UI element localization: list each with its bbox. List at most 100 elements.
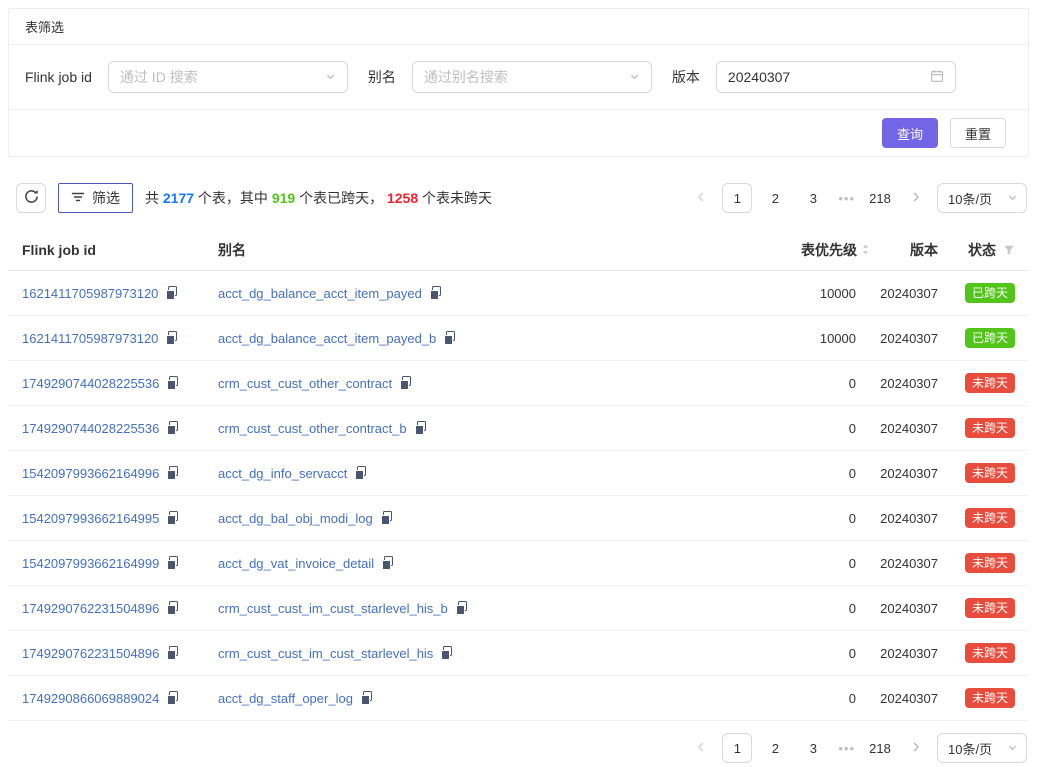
flink-job-id-link[interactable]: 1621411705987973120 — [22, 286, 158, 301]
alias-link[interactable]: acct_dg_vat_invoice_detail — [218, 556, 374, 571]
table-row: 1749290744028225536 crm_cust_cust_other_… — [8, 361, 1029, 406]
page-size-select[interactable]: 10条/页 — [937, 183, 1027, 213]
flink-job-id-link[interactable]: 1749290762231504896 — [22, 646, 159, 661]
page-button-1[interactable]: 1 — [722, 733, 752, 763]
summary-seg3: 个表未跨天 — [418, 188, 492, 208]
copy-icon[interactable] — [166, 421, 179, 435]
flink-job-id-cell: 1749290762231504896 — [22, 646, 218, 661]
copy-icon[interactable] — [166, 556, 179, 570]
next-page-button[interactable] — [903, 733, 929, 763]
alias-cell: acct_dg_bal_obj_modi_log — [218, 511, 720, 526]
table-row: 1749290762231504896 crm_cust_cust_im_cus… — [8, 631, 1029, 676]
prev-page-button[interactable] — [688, 733, 714, 763]
copy-icon[interactable] — [354, 466, 367, 480]
flink-job-id-link[interactable]: 1542097993662164996 — [22, 466, 159, 481]
alias-link[interactable]: acct_dg_bal_obj_modi_log — [218, 511, 373, 526]
chevron-left-icon — [696, 741, 706, 756]
copy-icon[interactable] — [440, 646, 453, 660]
copy-icon[interactable] — [166, 646, 179, 660]
alias-link[interactable]: crm_cust_cust_im_cust_starlevel_his — [218, 646, 433, 661]
version-cell: 20240307 — [870, 331, 938, 346]
chevron-down-icon — [1007, 191, 1018, 206]
priority-cell: 10000 — [720, 331, 870, 346]
alias-link[interactable]: acct_dg_info_servacct — [218, 466, 347, 481]
page-button-3[interactable]: 3 — [798, 183, 828, 213]
alias-select[interactable]: 通过别名搜索 — [412, 61, 652, 93]
flink-job-id-link[interactable]: 1542097993662164999 — [22, 556, 159, 571]
column-header-status-label: 状态 — [968, 240, 996, 260]
crossed-count: 919 — [272, 190, 295, 206]
flink-job-id-link[interactable]: 1749290866069889024 — [22, 691, 159, 706]
page-ellipsis[interactable]: ••• — [836, 741, 857, 756]
refresh-button[interactable] — [16, 183, 46, 213]
table-row: 1542097993662164996 acct_dg_info_servacc… — [8, 451, 1029, 496]
reset-button[interactable]: 重置 — [950, 118, 1006, 148]
flink-job-id-cell: 1542097993662164996 — [22, 466, 218, 481]
alias-cell: acct_dg_balance_acct_item_payed — [218, 286, 720, 301]
page-button-218[interactable]: 218 — [865, 183, 895, 213]
flink-job-id-label: Flink job id — [25, 69, 92, 85]
copy-icon[interactable] — [455, 601, 468, 615]
alias-link[interactable]: acct_dg_staff_oper_log — [218, 691, 353, 706]
summary-text: 共 2177 个表，其中 919 个表已跨天， 1258 个表未跨天 — [145, 188, 492, 208]
flink-job-id-link[interactable]: 1749290762231504896 — [22, 601, 159, 616]
search-button[interactable]: 查询 — [882, 118, 938, 148]
filter-funnel-icon[interactable] — [1003, 244, 1015, 256]
flink-job-id-link[interactable]: 1749290744028225536 — [22, 421, 159, 436]
prev-page-button[interactable] — [688, 183, 714, 213]
sort-icon[interactable] — [861, 243, 870, 256]
alias-link[interactable]: crm_cust_cust_im_cust_starlevel_his_b — [218, 601, 448, 616]
chevron-right-icon — [911, 741, 921, 756]
status-badge: 已跨天 — [965, 283, 1015, 303]
copy-icon[interactable] — [443, 331, 456, 345]
page-ellipsis[interactable]: ••• — [836, 191, 857, 206]
page-button-2[interactable]: 2 — [760, 733, 790, 763]
page-button-3[interactable]: 3 — [798, 733, 828, 763]
column-header-status: 状态 — [938, 240, 1015, 260]
copy-icon[interactable] — [165, 286, 178, 300]
bottom-bar: 1 2 3 ••• 218 10条/页 — [16, 733, 1027, 763]
filter-toggle-label: 筛选 — [92, 188, 120, 208]
version-cell: 20240307 — [870, 691, 938, 706]
flink-job-id-link[interactable]: 1621411705987973120 — [22, 331, 158, 346]
priority-cell: 0 — [720, 646, 870, 661]
page-size-select[interactable]: 10条/页 — [937, 733, 1027, 763]
column-header-priority: 表优先级 — [720, 240, 870, 260]
filter-toggle-button[interactable]: 筛选 — [58, 183, 133, 213]
version-cell: 20240307 — [870, 286, 938, 301]
alias-cell: acct_dg_balance_acct_item_payed_b — [218, 331, 720, 346]
alias-link[interactable]: acct_dg_balance_acct_item_payed_b — [218, 331, 436, 346]
copy-icon[interactable] — [166, 511, 179, 525]
table-row: 1542097993662164995 acct_dg_bal_obj_modi… — [8, 496, 1029, 541]
alias-cell: crm_cust_cust_other_contract — [218, 376, 720, 391]
status-badge: 已跨天 — [965, 328, 1015, 348]
page-button-1[interactable]: 1 — [722, 183, 752, 213]
page-button-218[interactable]: 218 — [865, 733, 895, 763]
copy-icon[interactable] — [399, 376, 412, 390]
status-badge: 未跨天 — [965, 598, 1015, 618]
refresh-icon — [24, 189, 39, 207]
copy-icon[interactable] — [165, 331, 178, 345]
copy-icon[interactable] — [380, 511, 393, 525]
copy-icon[interactable] — [381, 556, 394, 570]
flink-job-id-link[interactable]: 1749290744028225536 — [22, 376, 159, 391]
flink-job-id-cell: 1542097993662164999 — [22, 556, 218, 571]
copy-icon[interactable] — [414, 421, 427, 435]
copy-icon[interactable] — [429, 286, 442, 300]
next-page-button[interactable] — [903, 183, 929, 213]
page-button-2[interactable]: 2 — [760, 183, 790, 213]
flink-job-id-select[interactable]: 通过 ID 搜索 — [108, 61, 348, 93]
copy-icon[interactable] — [166, 376, 179, 390]
copy-icon[interactable] — [360, 691, 373, 705]
alias-link[interactable]: crm_cust_cust_other_contract — [218, 376, 392, 391]
flink-job-id-link[interactable]: 1542097993662164995 — [22, 511, 159, 526]
alias-cell: acct_dg_vat_invoice_detail — [218, 556, 720, 571]
version-date-input[interactable]: 20240307 — [716, 61, 956, 93]
copy-icon[interactable] — [166, 466, 179, 480]
status-badge: 未跨天 — [965, 463, 1015, 483]
copy-icon[interactable] — [166, 601, 179, 615]
alias-link[interactable]: crm_cust_cust_other_contract_b — [218, 421, 407, 436]
copy-icon[interactable] — [166, 691, 179, 705]
alias-link[interactable]: acct_dg_balance_acct_item_payed — [218, 286, 422, 301]
column-header-version: 版本 — [870, 240, 938, 260]
